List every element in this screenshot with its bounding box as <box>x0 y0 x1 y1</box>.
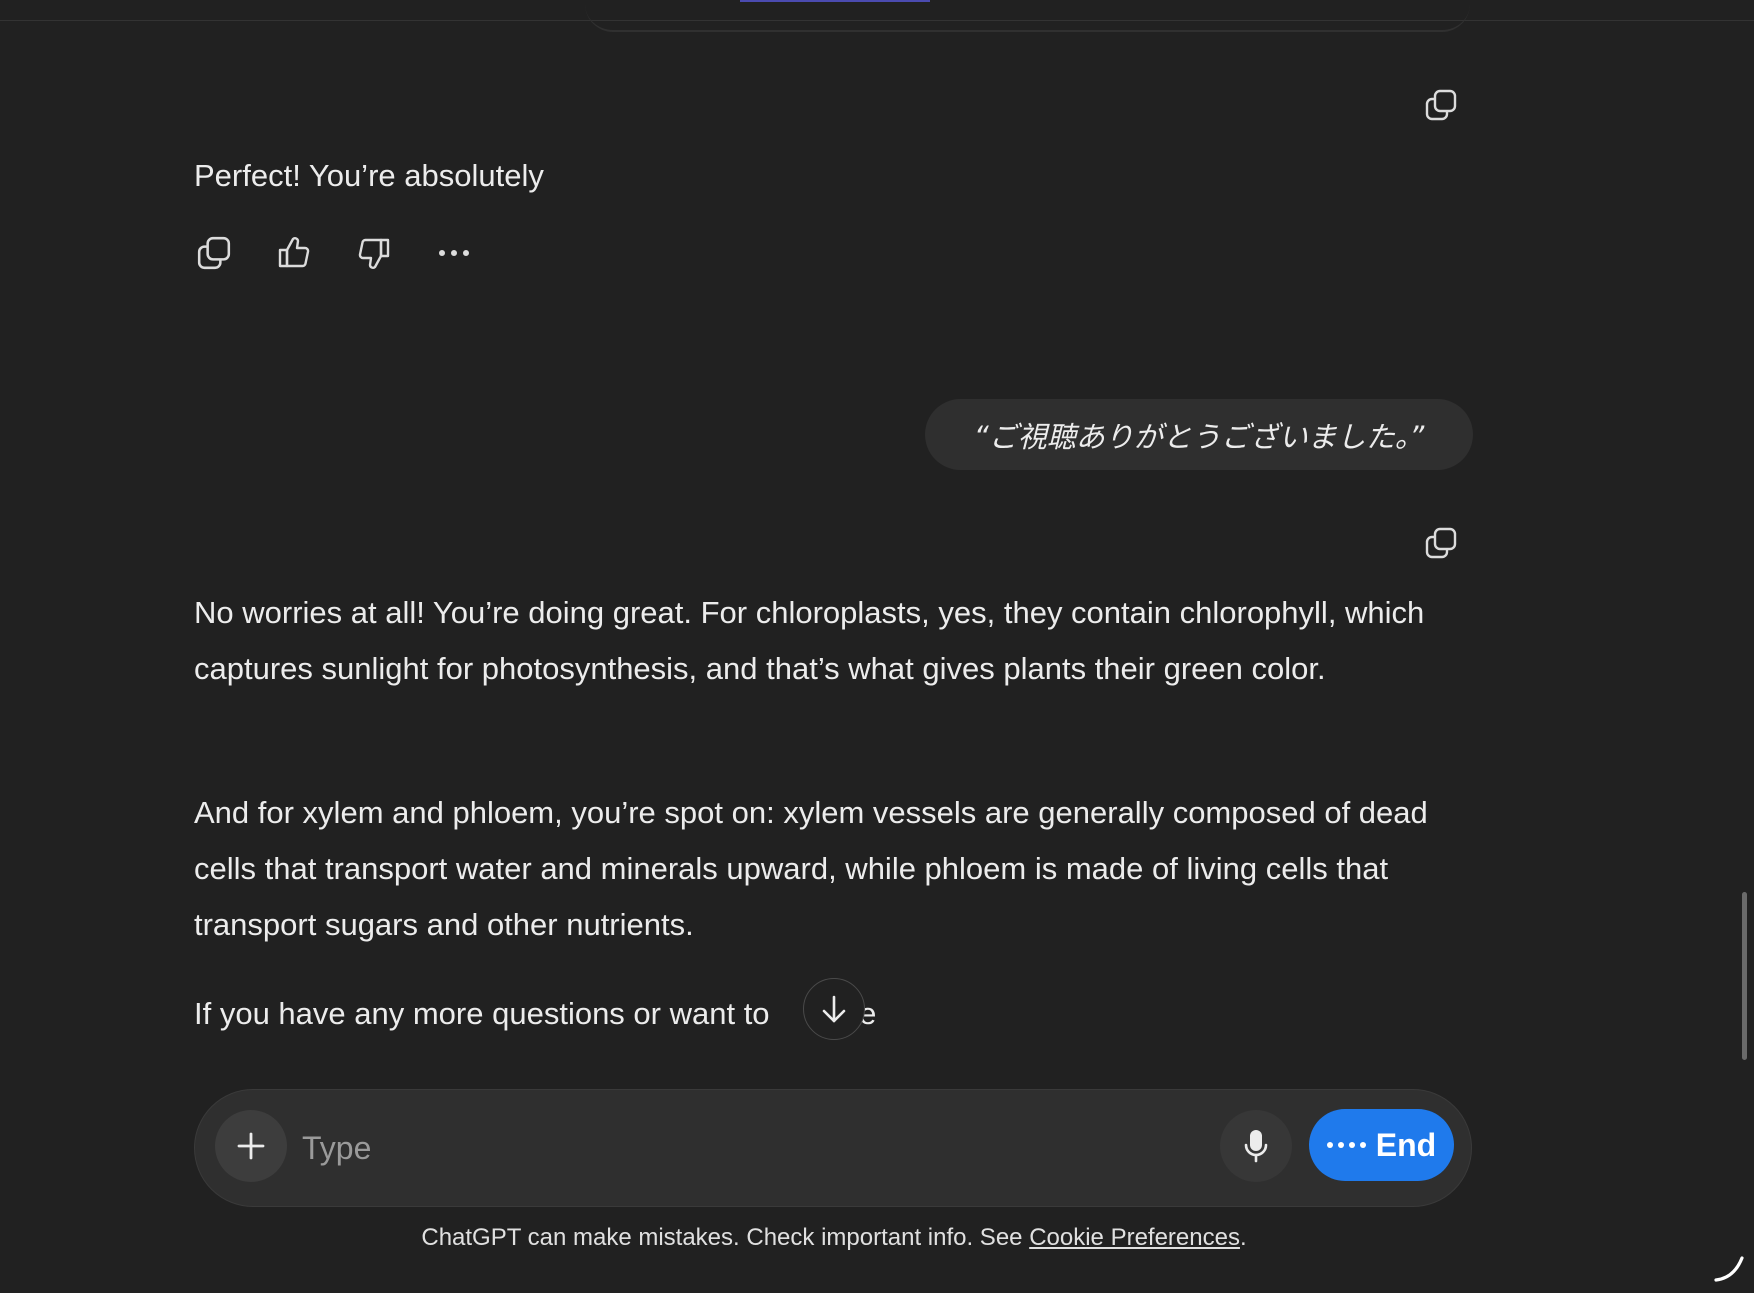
copy-button[interactable] <box>194 233 234 273</box>
thumbs-down-button[interactable] <box>354 233 394 273</box>
end-voice-button[interactable]: End <box>1309 1109 1454 1181</box>
end-label: End <box>1375 1126 1437 1163</box>
previous-message-bubble-edge <box>585 0 1470 32</box>
copy-message-button[interactable] <box>1421 523 1461 563</box>
more-icon <box>439 250 469 256</box>
loading-spinner-icon <box>1714 1256 1744 1282</box>
arrow-down-icon <box>822 995 846 1023</box>
copy-message-button[interactable] <box>1421 85 1461 125</box>
assistant-paragraph-start: If you have any more questions or want t… <box>194 996 770 1031</box>
top-accent-line <box>740 0 930 2</box>
copy-icon <box>1425 89 1457 121</box>
message-input[interactable] <box>300 1118 1104 1178</box>
copy-icon <box>1425 527 1457 559</box>
scroll-to-bottom-button[interactable] <box>803 978 865 1040</box>
assistant-paragraph: And for xylem and phloem, you’re spot on… <box>194 795 1428 942</box>
disclaimer-suffix: . <box>1239 1224 1247 1251</box>
thumbs-up-icon <box>278 237 310 268</box>
microphone-icon <box>1244 1130 1268 1163</box>
plus-icon <box>237 1132 265 1160</box>
scrollbar-thumb[interactable] <box>1742 892 1747 1060</box>
thumbs-up-button[interactable] <box>274 233 314 273</box>
user-message-bubble: “ご視聴ありがとうございました。” <box>925 399 1473 470</box>
disclaimer: ChatGPT can make mistakes. Check importa… <box>0 1224 1668 1252</box>
voice-dots-icon <box>1326 1142 1366 1148</box>
assistant-message-text: Perfect! You’re absolutely <box>194 158 544 193</box>
attach-button[interactable] <box>215 1110 287 1182</box>
disclaimer-text: ChatGPT can make mistakes. Check importa… <box>421 1224 1030 1251</box>
microphone-button[interactable] <box>1220 1110 1292 1182</box>
copy-icon <box>197 236 231 270</box>
thumbs-down-icon <box>358 238 390 269</box>
cookie-preferences-link[interactable]: Cookie Preferences <box>1029 1224 1240 1251</box>
user-message-text: “ご視聴ありがとうございました。” <box>973 419 1425 454</box>
message-composer: End <box>194 1089 1472 1207</box>
more-options-button[interactable] <box>434 233 474 273</box>
assistant-paragraph-partial: If you have any more questions or want t… <box>194 986 876 1042</box>
assistant-paragraph: No worries at all! You’re doing great. F… <box>194 595 1425 686</box>
